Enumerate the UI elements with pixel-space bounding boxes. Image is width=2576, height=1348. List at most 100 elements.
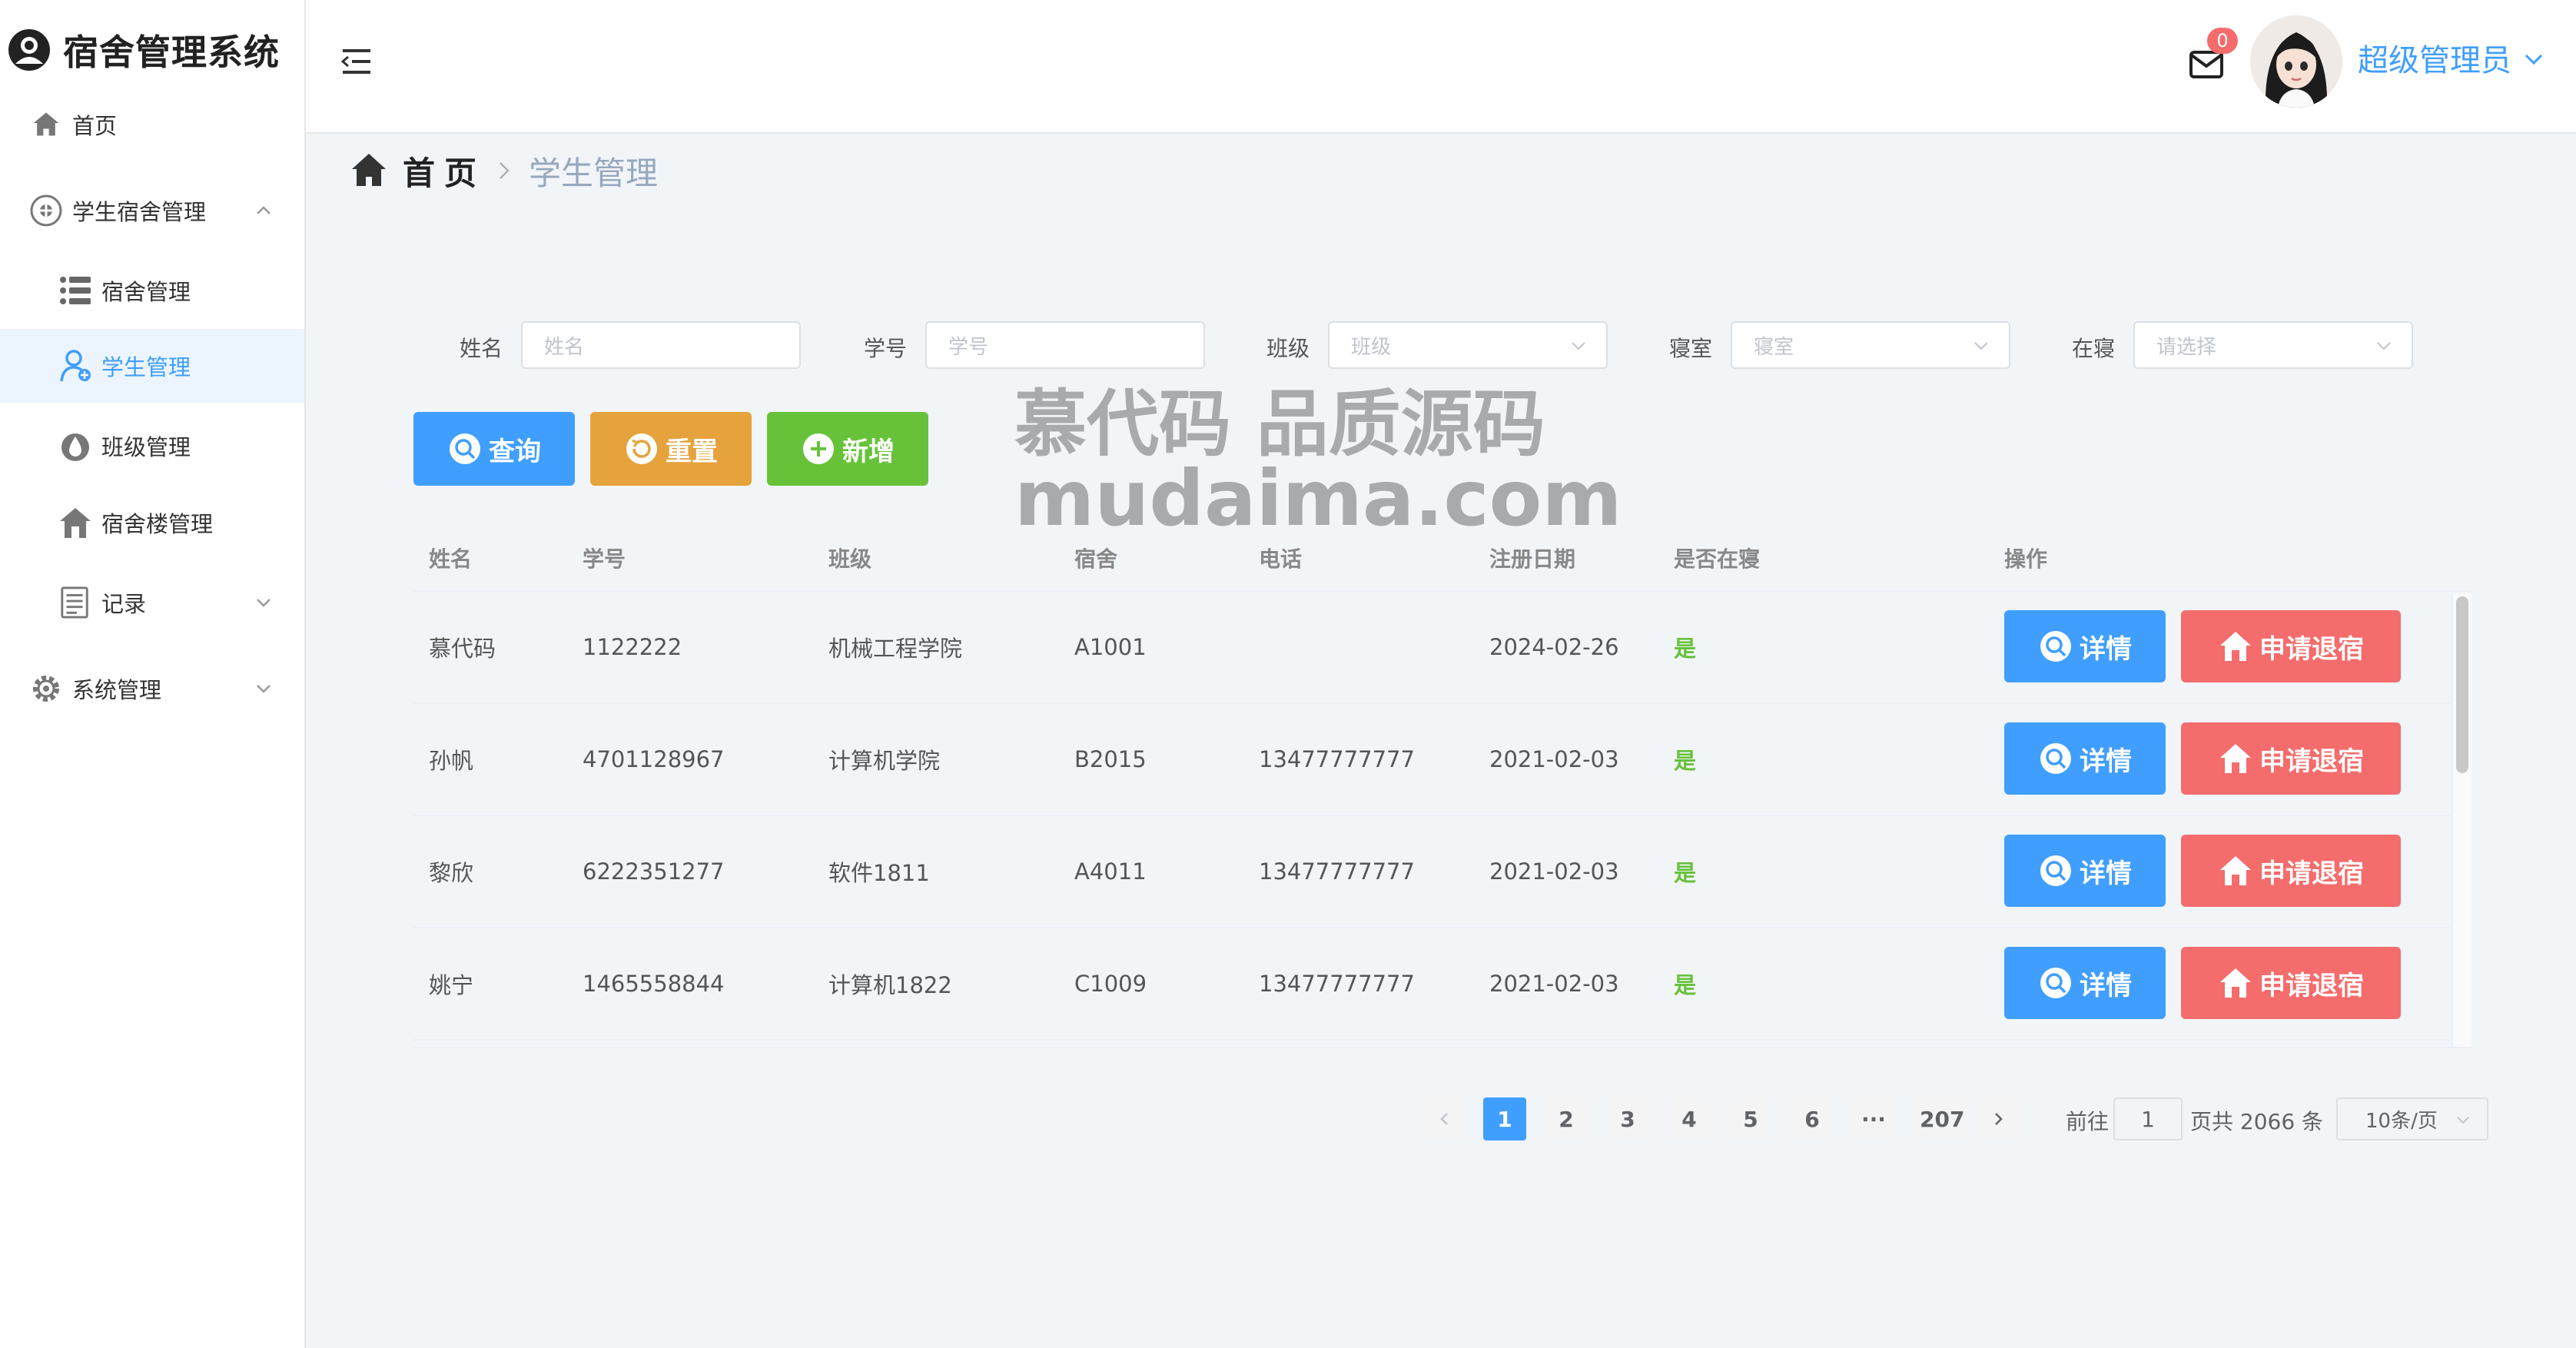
room-select[interactable]: 寝室 (1731, 321, 2010, 369)
detail-button[interactable]: 详情 (2004, 610, 2166, 682)
filter-room-label: 寝室 (1669, 336, 1713, 361)
cell-class: 计算机学院 (828, 748, 941, 774)
building-icon (58, 506, 92, 540)
sidebar-item-label: 学生管理 (101, 354, 191, 380)
mail-badge: 0 (2207, 28, 2238, 54)
sidebar-item-label: 宿舍楼管理 (101, 511, 214, 537)
table-row: 姚宁 1465558844 计算机1822 C1009 13477777777 … (413, 928, 2450, 1041)
list-icon (58, 274, 92, 307)
page-button[interactable]: 1 (1483, 1097, 1526, 1140)
chevron-down-icon (1572, 342, 1585, 350)
scrollbar-thumb[interactable] (2456, 596, 2468, 773)
column-header: 姓名 (429, 546, 473, 572)
chevron-down-icon (2377, 342, 2391, 350)
sidebar-item-student-manage[interactable]: 学生管理 (0, 329, 304, 403)
name-input[interactable]: 姓名 (521, 321, 801, 369)
chevron-up-icon (257, 206, 271, 214)
page-button[interactable]: 3 (1606, 1097, 1649, 1140)
cell-phone: 13477777777 (1259, 971, 1415, 997)
cell-room: A4011 (1074, 858, 1147, 885)
page-button[interactable]: 207 (1914, 1097, 1971, 1140)
sidebar-item-student-dorm[interactable]: 学生宿舍管理 (0, 174, 304, 247)
sidebar-item-records[interactable]: 记录 (0, 566, 304, 639)
avatar[interactable] (2250, 15, 2342, 108)
cell-class: 计算机1822 (828, 972, 952, 998)
page-button[interactable]: 2 (1545, 1097, 1588, 1140)
sidebar-item-system[interactable]: 系统管理 (0, 652, 304, 725)
chevron-down-icon (1974, 342, 1988, 350)
home-icon (352, 154, 386, 186)
breadcrumb-current: 学生管理 (529, 154, 659, 192)
column-header: 学号 (583, 546, 626, 572)
cell-name: 姚宁 (429, 972, 474, 998)
chevron-down-icon[interactable] (2522, 48, 2545, 71)
cell-room: C1009 (1074, 971, 1147, 997)
sidebar-item-home[interactable]: 首页 (0, 88, 304, 161)
cell-room: B2015 (1074, 746, 1147, 772)
menu-collapse-icon[interactable] (340, 45, 373, 78)
user-add-icon (58, 349, 92, 383)
home-icon (2220, 744, 2251, 773)
query-button[interactable]: 查询 (413, 412, 575, 486)
home-icon (2220, 968, 2251, 998)
prev-page-button[interactable] (1423, 1097, 1466, 1140)
column-header: 电话 (1259, 546, 1303, 572)
filter-name-label: 姓名 (460, 336, 503, 361)
checkout-button[interactable]: 申请退宿 (2181, 610, 2401, 682)
checkout-button[interactable]: 申请退宿 (2181, 835, 2401, 907)
mail-icon[interactable] (2189, 49, 2224, 80)
filter-student-id-label: 学号 (864, 336, 908, 361)
checkout-button[interactable]: 申请退宿 (2181, 722, 2401, 795)
next-page-button[interactable] (1977, 1097, 2020, 1140)
cell-date: 2021-02-03 (1489, 746, 1619, 772)
sidebar-item-dorm-manage[interactable]: 宿舍管理 (0, 254, 304, 327)
username[interactable]: 超级管理员 (2358, 35, 2511, 80)
detail-button[interactable]: 详情 (2004, 947, 2166, 1019)
sidebar-item-label: 记录 (101, 591, 147, 617)
sidebar-item-label: 学生宿舍管理 (72, 199, 207, 225)
sidebar-item-label: 首页 (72, 113, 118, 139)
dorm-settings-icon (29, 194, 63, 227)
sidebar-item-label: 宿舍管理 (101, 279, 191, 305)
home-icon (29, 108, 63, 141)
total-count: 页共 2066 条 (2190, 1109, 2324, 1134)
column-header: 注册日期 (1489, 546, 1576, 572)
cell-in-dorm: 是 (1674, 972, 1697, 998)
page-button[interactable]: 6 (1791, 1097, 1834, 1140)
breadcrumb-home[interactable]: 首页 (403, 148, 486, 194)
class-select[interactable]: 班级 (1328, 321, 1608, 369)
cell-room: A1001 (1074, 634, 1147, 660)
detail-button[interactable]: 详情 (2004, 722, 2166, 795)
in-dorm-select[interactable]: 请选择 (2133, 321, 2413, 369)
add-button[interactable]: 新增 (767, 412, 928, 486)
sidebar-item-building-manage[interactable]: 宿舍楼管理 (0, 486, 304, 559)
more-pages-button[interactable]: ··· (1852, 1097, 1895, 1140)
column-header: 操作 (2004, 546, 2048, 572)
goto-label: 前往 (2066, 1109, 2110, 1134)
cell-phone: 13477777777 (1259, 858, 1415, 885)
search-icon (2040, 743, 2071, 774)
filter-class-label: 班级 (1266, 336, 1310, 361)
student-id-input[interactable]: 学号 (925, 321, 1205, 369)
cell-name: 慕代码 (429, 636, 496, 662)
goto-page-input[interactable]: 1 (2113, 1097, 2183, 1140)
chevron-right-icon (500, 162, 510, 179)
page-button[interactable]: 5 (1729, 1097, 1772, 1140)
column-header: 是否在寝 (1674, 546, 1761, 572)
sidebar: 宿舍管理系统 首页 学生宿舍管理 宿舍管理 学生管理 班级管理 宿舍楼管理 记录… (0, 0, 306, 1348)
column-header: 班级 (828, 546, 872, 572)
detail-button[interactable]: 详情 (2004, 835, 2166, 907)
page-button[interactable]: 4 (1668, 1097, 1711, 1140)
sidebar-item-class-manage[interactable]: 班级管理 (0, 409, 304, 483)
cell-in-dorm: 是 (1674, 860, 1697, 886)
checkout-button[interactable]: 申请退宿 (2181, 947, 2401, 1019)
search-icon (2040, 855, 2071, 886)
cell-in-dorm: 是 (1674, 748, 1697, 774)
cell-phone: 13477777777 (1259, 746, 1415, 772)
sidebar-item-label: 系统管理 (72, 677, 162, 703)
reset-button[interactable]: 重置 (590, 412, 752, 486)
page-size-select[interactable]: 10条/页 (2336, 1097, 2488, 1140)
search-icon (2040, 968, 2071, 998)
cell-class: 机械工程学院 (828, 636, 963, 662)
app-title: 宿舍管理系统 (63, 32, 280, 73)
